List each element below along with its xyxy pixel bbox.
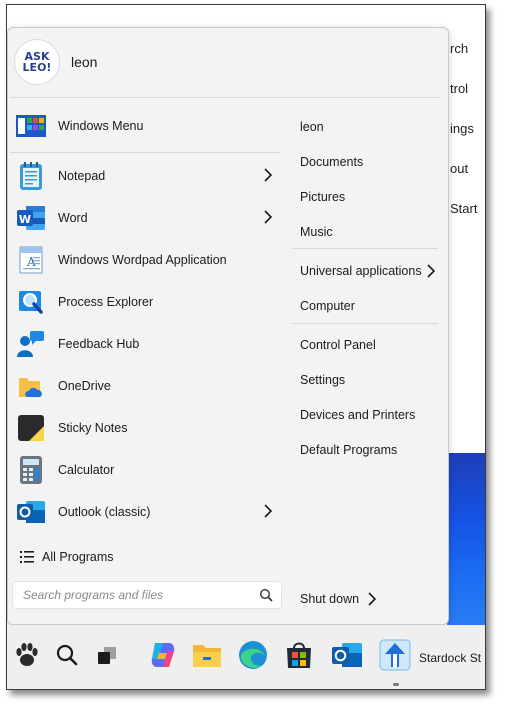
right-divider (292, 323, 438, 324)
file-explorer-icon[interactable] (187, 635, 227, 675)
windows-menu-icon (14, 109, 48, 143)
chevron-right-icon[interactable] (264, 504, 272, 518)
chevron-right-icon (427, 264, 435, 278)
chevron-right-icon[interactable] (264, 168, 272, 182)
stardock-label[interactable]: Stardock St (419, 651, 481, 665)
right-link-settings[interactable]: Settings (300, 373, 345, 387)
program-label: Outlook (classic) (58, 505, 151, 519)
shutdown-button[interactable]: Shut down (300, 592, 376, 606)
search-icon[interactable] (259, 588, 273, 602)
program-label: Sticky Notes (58, 421, 128, 435)
program-windows-menu[interactable]: Windows Menu (12, 106, 280, 146)
store-icon[interactable] (279, 635, 319, 675)
all-programs-label: All Programs (42, 550, 114, 564)
right-link-universal-applications[interactable]: Universal applications (300, 264, 435, 278)
right-link-user[interactable]: leon (300, 120, 324, 134)
chevron-right-icon[interactable] (264, 210, 272, 224)
background-text: ings (450, 121, 474, 136)
program-label: OneDrive (58, 379, 111, 393)
all-programs-button[interactable]: All Programs (12, 540, 280, 574)
right-link-documents[interactable]: Documents (300, 155, 363, 169)
program-onedrive[interactable]: OneDrive (12, 366, 280, 406)
avatar[interactable]: ASK LEO! (14, 39, 60, 85)
process-explorer-icon (14, 285, 48, 319)
task-view-icon[interactable] (87, 635, 127, 675)
notepad-icon (14, 159, 48, 193)
program-label: Windows Menu (58, 119, 144, 133)
shutdown-label: Shut down (300, 592, 360, 606)
background-text: trol (450, 81, 469, 96)
right-link-music[interactable]: Music (300, 225, 333, 239)
right-link-label: Universal applications (300, 264, 422, 278)
edge-icon[interactable] (233, 635, 273, 675)
start-menu: ASK LEO! leon Windows Menu Notepad W Wor… (7, 27, 449, 625)
program-calculator[interactable]: Calculator (12, 450, 280, 490)
right-link-devices-and-printers[interactable]: Devices and Printers (300, 408, 415, 422)
program-outlook[interactable]: Outlook (classic) (12, 492, 280, 532)
feedback-hub-icon (14, 327, 48, 361)
right-link-computer[interactable]: Computer (300, 299, 355, 313)
username[interactable]: leon (71, 54, 97, 70)
chevron-right-icon[interactable] (368, 592, 376, 606)
program-label: Calculator (58, 463, 115, 477)
program-notepad[interactable]: Notepad (12, 156, 280, 196)
active-indicator (393, 683, 399, 686)
program-process-explorer[interactable]: Process Explorer (12, 282, 280, 322)
wordpad-icon: A (14, 243, 48, 277)
stardock-icon[interactable] (375, 635, 415, 675)
desktop-wallpaper (447, 453, 485, 625)
program-label: Windows Wordpad Application (58, 253, 227, 267)
left-divider (10, 152, 280, 153)
program-label: Word (58, 211, 88, 225)
outlook-icon (14, 495, 48, 529)
right-link-control-panel[interactable]: Control Panel (300, 338, 376, 352)
right-divider (292, 248, 438, 249)
background-text: out (450, 161, 469, 176)
program-label: Process Explorer (58, 295, 154, 309)
outlook-icon[interactable] (327, 635, 367, 675)
background-text: rch (450, 41, 469, 56)
sticky-notes-icon (14, 411, 48, 445)
word-icon: W (14, 201, 48, 235)
program-label: Notepad (58, 169, 106, 183)
program-wordpad[interactable]: A Windows Wordpad Application (12, 240, 280, 280)
program-word[interactable]: W Word (12, 198, 280, 238)
search-icon[interactable] (47, 635, 87, 675)
avatar-text-2: LEO! (22, 61, 52, 74)
header-divider (10, 97, 440, 98)
right-link-pictures[interactable]: Pictures (300, 190, 345, 204)
search-box[interactable]: Search programs and files (12, 581, 282, 609)
search-placeholder: Search programs and files (23, 588, 164, 602)
screenshot-frame: rch trol ings out Start ASK LEO! leon Wi… (6, 4, 486, 690)
onedrive-icon (14, 369, 48, 403)
calculator-icon (14, 453, 48, 487)
svg-text:W: W (19, 213, 31, 226)
right-link-default-programs[interactable]: Default Programs (300, 443, 397, 457)
start-paw-icon[interactable] (7, 635, 47, 675)
background-text: Start (450, 201, 478, 216)
list-icon (20, 551, 34, 563)
program-feedback-hub[interactable]: Feedback Hub (12, 324, 280, 364)
program-label: Feedback Hub (58, 337, 140, 351)
copilot-icon[interactable] (143, 635, 183, 675)
taskbar: Stardock St (7, 625, 485, 689)
program-sticky-notes[interactable]: Sticky Notes (12, 408, 280, 448)
